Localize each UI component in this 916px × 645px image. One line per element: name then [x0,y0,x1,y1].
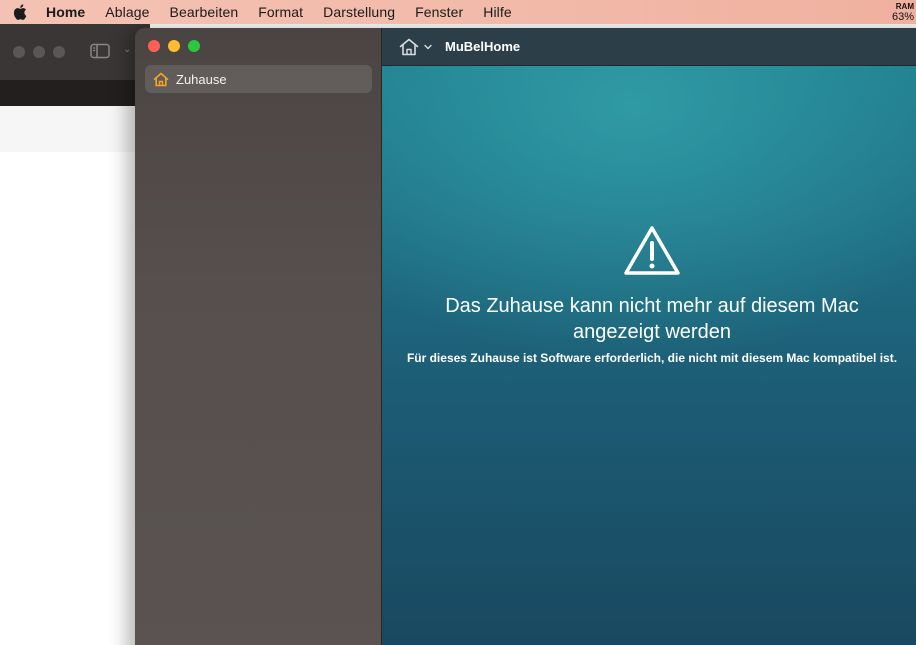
incompatible-home-message: Das Zuhause kann nicht mehr auf diesem M… [382,224,916,365]
menu-fenster[interactable]: Fenster [405,4,473,20]
menu-darstellung[interactable]: Darstellung [313,4,405,20]
home-menu-button[interactable] [399,38,433,56]
background-maximize-dot[interactable] [53,46,65,58]
background-content [0,106,150,152]
house-icon [153,72,169,87]
menu-bar: Home Ablage Bearbeiten Format Darstellun… [0,0,916,24]
background-minimize-dot[interactable] [33,46,45,58]
menu-ablage[interactable]: Ablage [95,4,159,20]
menu-format[interactable]: Format [248,4,313,20]
house-icon [399,38,419,55]
ram-value: 63% [891,11,914,23]
chevron-down-icon [424,44,432,49]
home-app-window: Zuhause MuBelHome Das Zuhause kann nicht… [135,28,916,645]
apple-icon[interactable] [0,4,40,20]
ram-status-widget[interactable]: RAM 63% [891,2,914,23]
background-window[interactable]: ⌄ [0,24,150,645]
sidebar-item-zuhause[interactable]: Zuhause [145,65,372,93]
menu-bearbeiten[interactable]: Bearbeiten [160,4,249,20]
warning-triangle-icon [622,224,682,283]
sidebar-item-label: Zuhause [176,71,227,87]
main-content: MuBelHome Das Zuhause kann nicht mehr au… [382,28,916,645]
home-title: MuBelHome [445,39,521,54]
background-tab-strip [0,80,150,106]
sidebar-toggle-icon[interactable] [90,43,110,64]
window-zoom-button[interactable] [188,40,200,52]
warning-subtitle: Für dieses Zuhause ist Software erforder… [406,351,898,365]
main-toolbar: MuBelHome [382,28,916,66]
menu-hilfe[interactable]: Hilfe [473,4,522,20]
window-minimize-button[interactable] [168,40,180,52]
sidebar: Zuhause [135,28,382,645]
warning-title: Das Zuhause kann nicht mehr auf diesem M… [445,295,859,343]
background-window-toolbar: ⌄ [0,24,150,80]
menu-app-home[interactable]: Home [40,4,95,20]
chevron-down-icon[interactable]: ⌄ [123,44,131,55]
window-close-button[interactable] [148,40,160,52]
background-close-dot[interactable] [13,46,25,58]
